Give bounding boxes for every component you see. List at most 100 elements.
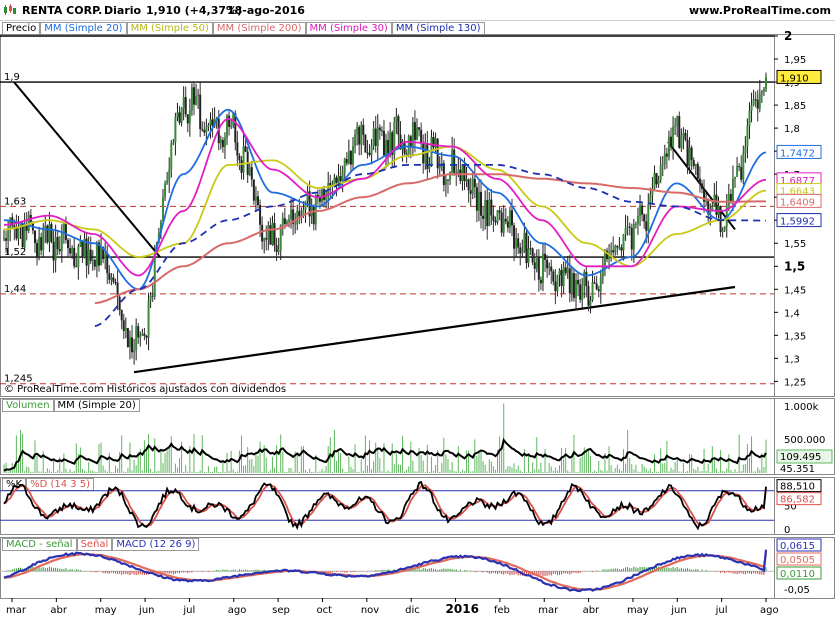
- price-bar-body: [480, 191, 483, 216]
- y-tick-label: 1,45: [784, 285, 806, 296]
- price-bar-body: [546, 259, 549, 269]
- level-label-1: 1,9: [4, 72, 20, 83]
- y-tick-label: 0: [784, 525, 790, 536]
- price-bar-body: [610, 250, 613, 253]
- last-value-tag: 1,7472: [780, 148, 815, 159]
- price-bar-body: [420, 129, 423, 143]
- x-tick-label: oct: [316, 605, 332, 616]
- y-tick-label: 1.000k: [784, 402, 819, 413]
- price-bar-body: [58, 249, 61, 252]
- price-bar-body: [446, 179, 449, 181]
- price-bar-body: [742, 153, 745, 180]
- price-bar-body: [190, 87, 193, 111]
- price-bar-body: [385, 139, 388, 156]
- price-bar-body: [663, 153, 666, 165]
- price-bar-body: [734, 176, 737, 179]
- price-bar-body: [197, 94, 200, 97]
- price-bar-body: [719, 206, 722, 233]
- price-bar-body: [151, 295, 154, 297]
- price-bar-body: [89, 249, 92, 261]
- price-bar-body: [674, 125, 677, 127]
- price-bar-body: [139, 335, 142, 338]
- price-bar-body: [79, 240, 82, 247]
- price-bar-body: [765, 77, 767, 90]
- price-bar-body: [577, 279, 580, 285]
- price-bar-body: [176, 112, 179, 118]
- price-bar-body: [366, 152, 369, 154]
- price-bar-body: [544, 253, 547, 260]
- y-tick-label: 1,85: [784, 101, 806, 112]
- price-bar-body: [676, 116, 679, 126]
- price-bar-body: [614, 245, 617, 253]
- price-bar-body: [595, 283, 598, 290]
- y-tick-label: 1,8: [784, 124, 800, 135]
- price-bar-body: [453, 149, 456, 173]
- price-bar-body: [240, 160, 243, 173]
- price-bar-body: [535, 257, 538, 269]
- price-bar-body: [207, 125, 210, 127]
- price-bar-body: [370, 145, 373, 155]
- price-bar-body: [587, 286, 590, 306]
- price-bar-body: [620, 247, 623, 251]
- price-bar-body: [168, 169, 171, 181]
- price-bar-body: [203, 130, 206, 133]
- price-bar-body: [209, 119, 212, 126]
- price-bar-body: [341, 172, 344, 182]
- last-value-tag: 0,0110: [780, 569, 815, 580]
- price-bar-body: [738, 166, 741, 168]
- price-bar-body: [541, 253, 544, 284]
- x-tick-label: jun: [138, 605, 154, 616]
- price-bar-body: [335, 177, 338, 183]
- price-bar-body: [110, 277, 113, 280]
- price-bar-body: [463, 164, 466, 182]
- price-bar-body: [482, 215, 485, 219]
- price-bar-body: [230, 125, 233, 127]
- price-bar-body: [122, 320, 125, 332]
- last-value-tag: 1,6409: [780, 197, 815, 208]
- price-bar-body: [690, 147, 693, 160]
- price-bar-body: [71, 247, 74, 254]
- price-bar-body: [271, 222, 274, 245]
- price-bar-body: [667, 136, 670, 157]
- price-bar-body: [473, 178, 476, 188]
- price-bar-body: [405, 153, 408, 155]
- price-bar-body: [382, 130, 385, 156]
- y-tick-label: 1,55: [784, 239, 806, 250]
- price-bar-body: [504, 218, 507, 222]
- price-bar-body: [221, 139, 224, 148]
- price-bar-body: [552, 271, 555, 282]
- price-bar-body: [50, 224, 53, 242]
- price-bar-body: [312, 206, 315, 225]
- price-bar-body: [248, 167, 251, 175]
- price-bar-body: [223, 137, 226, 148]
- price-bar-body: [492, 215, 495, 221]
- ma20-line: [3, 108, 767, 291]
- price-bar-body: [736, 166, 739, 177]
- price-bar-body: [519, 247, 522, 254]
- price-bar-body: [525, 232, 528, 264]
- price-bar-body: [108, 273, 111, 280]
- price-bar-body: [632, 224, 635, 250]
- price-bar-body: [643, 214, 646, 222]
- price-bar-body: [172, 142, 175, 144]
- price-bar-body: [752, 99, 755, 106]
- last-value-tag: 0,0615: [780, 541, 815, 552]
- price-bar-body: [149, 295, 152, 301]
- price-bar-body: [729, 193, 732, 201]
- price-bar-body: [490, 199, 493, 216]
- price-bar-body: [484, 200, 487, 219]
- price-bar-body: [550, 266, 553, 272]
- y-tick-label: 1,25: [784, 377, 806, 388]
- last-value-tag: 88,510: [780, 482, 815, 493]
- price-bar-body: [15, 227, 18, 239]
- price-bar-body: [645, 221, 648, 231]
- ma130-line: [94, 164, 766, 327]
- price-bar-body: [46, 225, 49, 243]
- y-tick-label: 1,95: [784, 55, 806, 66]
- volume-ma-line: [3, 437, 767, 472]
- price-bar-body: [591, 282, 594, 301]
- price-bar-body: [360, 124, 363, 145]
- price-bar-body: [131, 337, 134, 353]
- price-bar-body: [511, 210, 513, 226]
- last-value-tag: 1,5992: [780, 217, 815, 228]
